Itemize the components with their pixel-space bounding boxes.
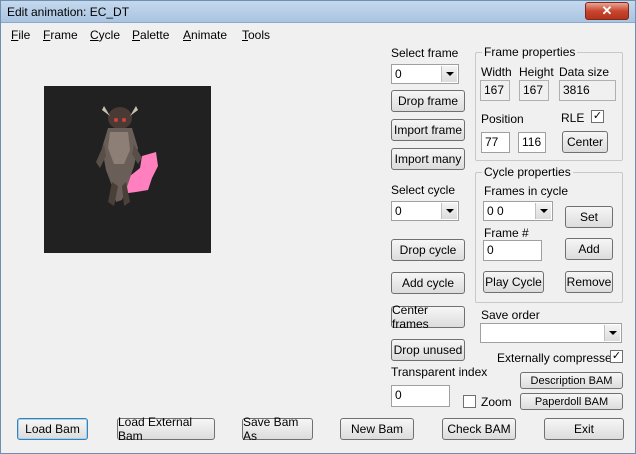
select-frame-value: 0 <box>395 67 402 81</box>
select-frame-combo[interactable]: 0 <box>391 64 459 84</box>
add-cycle-button[interactable]: Add cycle <box>391 272 465 294</box>
save-order-combo[interactable] <box>480 323 622 343</box>
data-size-label: Data size <box>559 65 610 79</box>
exit-button[interactable]: Exit <box>544 418 624 440</box>
save-order-label: Save order <box>481 308 540 322</box>
sprite-image <box>96 106 158 206</box>
menu-animate[interactable]: Animate <box>183 28 227 42</box>
frame-number-label: Frame # <box>484 226 529 240</box>
new-bam-button[interactable]: New Bam <box>340 418 414 440</box>
data-size-field: 3816 <box>559 80 616 101</box>
load-bam-button[interactable]: Load Bam <box>17 418 88 440</box>
check-icon: ✓ <box>592 110 603 122</box>
height-label: Height <box>519 65 554 79</box>
select-cycle-label: Select cycle <box>391 183 456 197</box>
import-many-button[interactable]: Import many <box>391 148 465 170</box>
check-bam-button[interactable]: Check BAM <box>442 418 516 440</box>
frames-in-cycle-value: 0 0 <box>487 204 504 218</box>
position-x-field[interactable]: 77 <box>481 132 510 153</box>
menu-tools[interactable]: Tools <box>242 28 270 42</box>
rle-label: RLE <box>561 111 585 125</box>
close-button[interactable]: ✕ <box>585 2 629 20</box>
select-frame-label: Select frame <box>391 46 459 60</box>
menu-palette[interactable]: Palette <box>132 28 169 42</box>
select-cycle-value: 0 <box>395 204 402 218</box>
set-button[interactable]: Set <box>565 206 613 228</box>
chevron-down-icon[interactable] <box>441 203 457 219</box>
add-button[interactable]: Add <box>565 238 613 260</box>
position-y-field[interactable]: 116 <box>518 132 546 153</box>
position-label: Position <box>481 112 524 126</box>
zoom-label: Zoom <box>481 395 512 409</box>
chevron-down-icon[interactable] <box>441 66 457 82</box>
center-button[interactable]: Center <box>562 131 608 153</box>
frame-preview <box>44 86 211 253</box>
check-icon: ✓ <box>611 350 622 362</box>
title-bar: Edit animation: EC_DT ✕ <box>1 1 635 23</box>
width-label: Width <box>481 65 512 79</box>
cycle-properties-title: Cycle properties <box>482 165 573 179</box>
save-bam-as-button[interactable]: Save Bam As <box>242 415 313 443</box>
drop-unused-button[interactable]: Drop unused <box>391 339 465 361</box>
drop-frame-button[interactable]: Drop frame <box>391 90 465 112</box>
externally-compressed-label: Externally compressed <box>497 351 619 365</box>
import-frame-button[interactable]: Import frame <box>391 119 465 141</box>
drop-cycle-button[interactable]: Drop cycle <box>391 239 465 261</box>
frames-in-cycle-label: Frames in cycle <box>484 184 569 198</box>
menu-frame[interactable]: Frame <box>43 28 78 42</box>
menu-cycle[interactable]: Cycle <box>90 28 120 42</box>
rle-checkbox[interactable]: ✓ <box>591 110 604 123</box>
play-cycle-button[interactable]: Play Cycle <box>483 271 544 293</box>
load-external-bam-button[interactable]: Load External Bam <box>117 415 215 443</box>
frames-in-cycle-combo[interactable]: 0 0 <box>483 201 553 221</box>
externally-compressed-checkbox[interactable]: ✓ <box>610 350 623 363</box>
transparent-index-label: Transparent index <box>391 365 488 379</box>
frame-properties-title: Frame properties <box>482 45 578 59</box>
remove-button[interactable]: Remove <box>565 271 613 293</box>
chevron-down-icon[interactable] <box>535 203 551 219</box>
transparent-index-field[interactable]: 0 <box>391 385 450 407</box>
edit-animation-window: Edit animation: EC_DT ✕ File Frame Cycle… <box>0 0 636 454</box>
menu-bar: File Frame Cycle Palette Animate Tools <box>1 25 635 45</box>
menu-file[interactable]: File <box>11 28 30 42</box>
chevron-down-icon[interactable] <box>604 325 620 341</box>
window-title: Edit animation: EC_DT <box>7 5 130 19</box>
select-cycle-combo[interactable]: 0 <box>391 201 459 221</box>
width-field: 167 <box>480 80 510 101</box>
paperdoll-bam-button[interactable]: Paperdoll BAM <box>520 393 623 410</box>
frame-number-field[interactable]: 0 <box>483 240 542 261</box>
description-bam-button[interactable]: Description BAM <box>520 372 623 389</box>
center-frames-button[interactable]: Center frames <box>391 303 465 331</box>
zoom-checkbox[interactable] <box>463 395 476 408</box>
height-field: 167 <box>519 80 549 101</box>
